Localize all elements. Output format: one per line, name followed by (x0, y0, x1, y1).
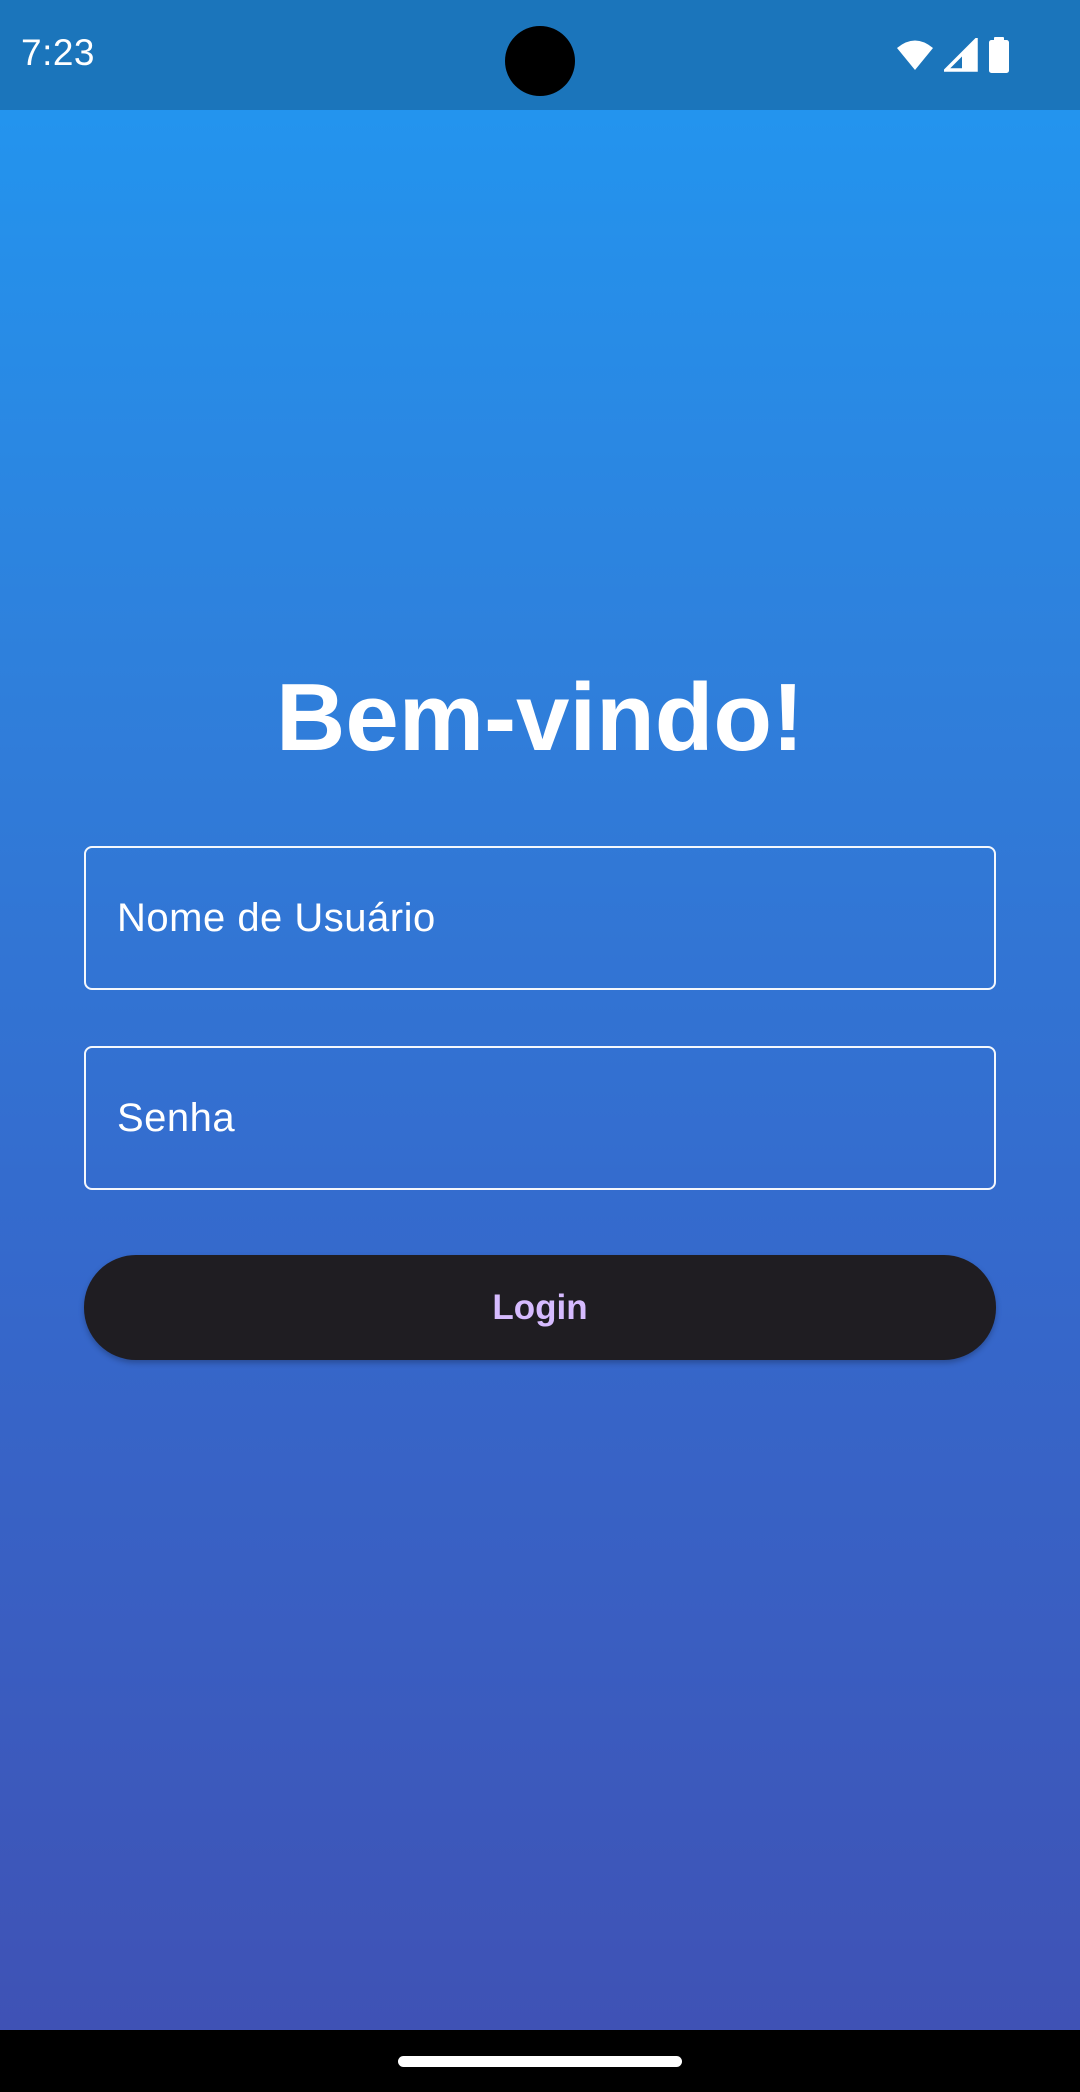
login-button[interactable]: Login (84, 1255, 996, 1360)
camera-cutout (505, 26, 575, 96)
status-time: 7:23 (21, 32, 96, 73)
wifi-icon (896, 39, 934, 71)
login-screen: Bem-vindo! Login (0, 110, 1080, 2030)
navigation-bar (0, 2030, 1080, 2092)
username-field[interactable] (84, 846, 996, 990)
password-input[interactable] (86, 1048, 994, 1188)
username-input[interactable] (86, 848, 994, 988)
page-title: Bem-vindo! (276, 664, 804, 771)
gesture-handle[interactable] (398, 2056, 682, 2067)
battery-icon (988, 37, 1010, 73)
status-icons (896, 36, 1010, 74)
password-field[interactable] (84, 1046, 996, 1190)
cell-signal-icon (944, 38, 978, 72)
status-bar: 7:23 (0, 0, 1080, 110)
